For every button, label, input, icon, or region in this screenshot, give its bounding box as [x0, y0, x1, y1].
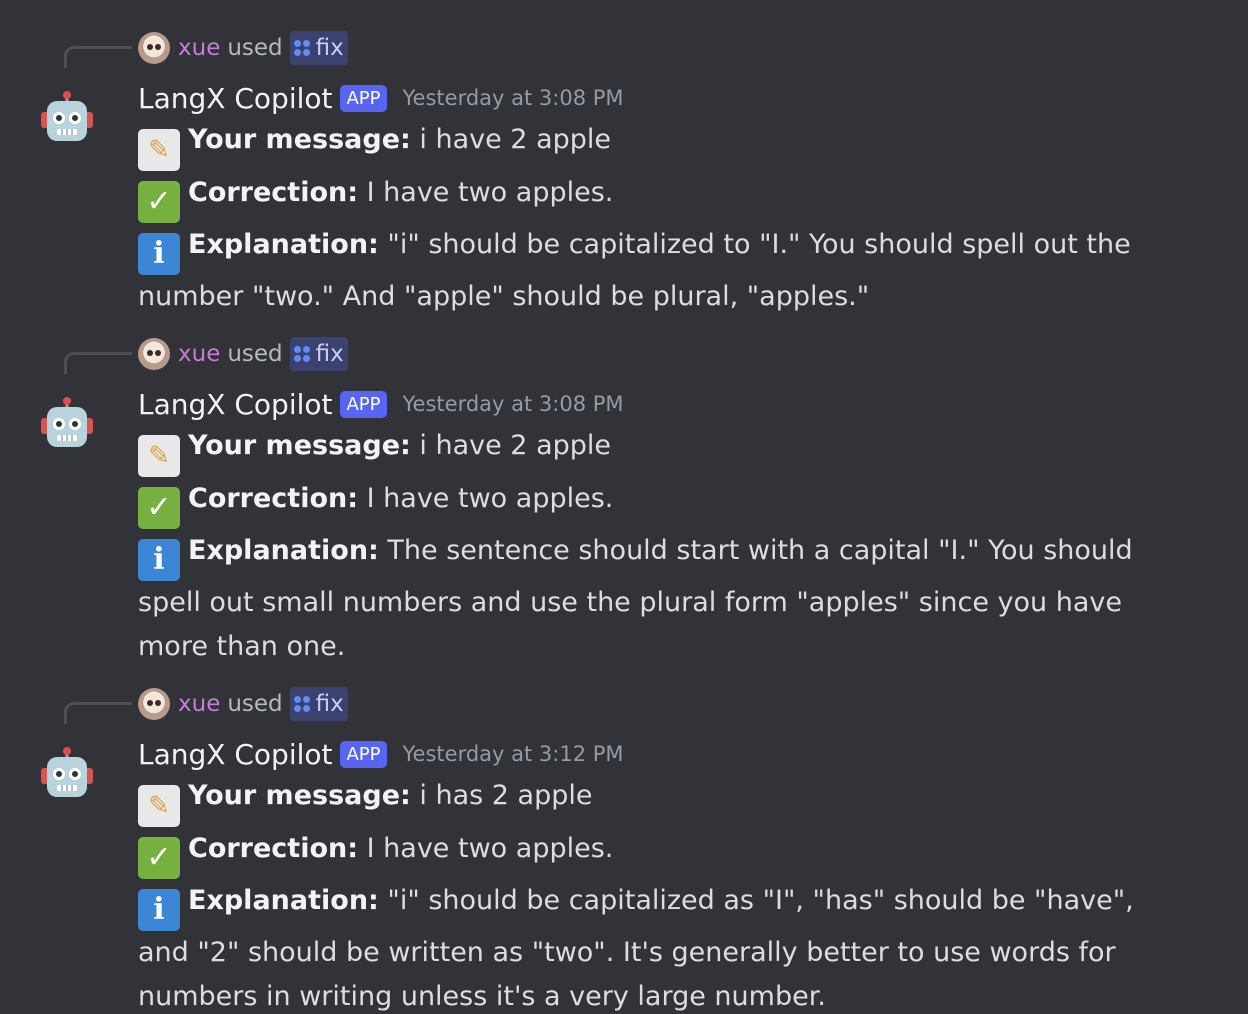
- message-item: xue used fix LangX Copilot APP Yesterday…: [0, 656, 1248, 1014]
- explanation-row: i Explanation: "i" should be capitalized …: [138, 223, 1138, 319]
- explanation-label: Explanation:: [188, 229, 379, 260]
- user-avatar[interactable]: [138, 32, 170, 64]
- command-mention[interactable]: fix: [289, 31, 348, 65]
- your-message-text: i have 2 apple: [410, 430, 612, 461]
- robot-icon[interactable]: [40, 396, 94, 450]
- check-mark-icon: ✓: [138, 181, 180, 223]
- explanation-row: i Explanation: "i" should be capitalized …: [138, 879, 1138, 1014]
- reply-reference[interactable]: xue used fix: [138, 30, 348, 66]
- message-body: ✎ Your message: i has 2 apple ✓ Correction…: [138, 774, 1138, 1014]
- your-message-label: Your message:: [188, 430, 411, 461]
- message-item: xue used fix LangX Copilot APP Yesterday…: [0, 0, 1248, 312]
- check-mark-icon: ✓: [138, 837, 180, 879]
- correction-text: I have two apples.: [358, 833, 614, 864]
- author-name[interactable]: LangX Copilot: [138, 388, 332, 421]
- author-name[interactable]: LangX Copilot: [138, 738, 332, 771]
- message-body: ✎ Your message: i have 2 apple ✓ Correctio…: [138, 118, 1138, 319]
- message-body: ✎ Your message: i have 2 apple ✓ Correctio…: [138, 424, 1138, 669]
- your-message-row: ✎ Your message: i have 2 apple: [138, 118, 1138, 171]
- author-name[interactable]: LangX Copilot: [138, 82, 332, 115]
- command-icon: [293, 346, 310, 362]
- command-mention[interactable]: fix: [289, 337, 348, 371]
- explanation-row: i Explanation: The sentence should start …: [138, 529, 1138, 669]
- app-badge: APP: [340, 740, 387, 768]
- reply-connector: [64, 46, 132, 68]
- your-message-label: Your message:: [188, 780, 411, 811]
- command-icon: [293, 40, 310, 56]
- message-header: LangX Copilot APP Yesterday at 3:12 PM: [138, 734, 624, 774]
- correction-text: I have two apples.: [358, 177, 614, 208]
- message-item: xue used fix LangX Copilot APP Yesterday…: [0, 306, 1248, 662]
- correction-label: Correction:: [188, 177, 359, 208]
- command-name: fix: [315, 691, 344, 717]
- info-icon: i: [138, 889, 180, 931]
- your-message-row: ✎ Your message: i has 2 apple: [138, 774, 1138, 827]
- reply-used-text: used: [227, 691, 283, 717]
- explanation-label: Explanation:: [188, 885, 379, 916]
- reply-reference[interactable]: xue used fix: [138, 686, 348, 722]
- reply-connector: [64, 702, 132, 724]
- your-message-label: Your message:: [188, 124, 411, 155]
- app-badge: APP: [340, 84, 387, 112]
- command-mention[interactable]: fix: [289, 687, 348, 721]
- reply-connector: [64, 352, 132, 374]
- reply-username[interactable]: xue: [178, 691, 220, 717]
- app-badge: APP: [340, 390, 387, 418]
- user-avatar[interactable]: [138, 688, 170, 720]
- message-timestamp[interactable]: Yesterday at 3:08 PM: [403, 392, 624, 416]
- robot-icon[interactable]: [40, 90, 94, 144]
- info-icon: i: [138, 233, 180, 275]
- reply-used-text: used: [227, 35, 283, 61]
- memo-icon: ✎: [138, 435, 180, 477]
- correction-text: I have two apples.: [358, 483, 614, 514]
- memo-icon: ✎: [138, 129, 180, 171]
- user-avatar[interactable]: [138, 338, 170, 370]
- message-header: LangX Copilot APP Yesterday at 3:08 PM: [138, 384, 624, 424]
- reply-used-text: used: [227, 341, 283, 367]
- reply-username[interactable]: xue: [178, 35, 220, 61]
- correction-label: Correction:: [188, 833, 359, 864]
- command-name: fix: [315, 341, 344, 367]
- correction-row: ✓ Correction: I have two apples.: [138, 827, 1138, 879]
- correction-row: ✓ Correction: I have two apples.: [138, 171, 1138, 223]
- your-message-text: i has 2 apple: [410, 780, 593, 811]
- command-icon: [293, 696, 310, 712]
- correction-label: Correction:: [188, 483, 359, 514]
- command-name: fix: [315, 35, 344, 61]
- message-feed: xue used fix LangX Copilot APP Yesterday…: [0, 0, 1248, 1014]
- message-header: LangX Copilot APP Yesterday at 3:08 PM: [138, 78, 624, 118]
- info-icon: i: [138, 539, 180, 581]
- reply-username[interactable]: xue: [178, 341, 220, 367]
- explanation-label: Explanation:: [188, 535, 379, 566]
- message-timestamp[interactable]: Yesterday at 3:12 PM: [403, 742, 624, 766]
- correction-row: ✓ Correction: I have two apples.: [138, 477, 1138, 529]
- your-message-row: ✎ Your message: i have 2 apple: [138, 424, 1138, 477]
- message-timestamp[interactable]: Yesterday at 3:08 PM: [403, 86, 624, 110]
- memo-icon: ✎: [138, 785, 180, 827]
- robot-icon[interactable]: [40, 746, 94, 800]
- reply-reference[interactable]: xue used fix: [138, 336, 348, 372]
- your-message-text: i have 2 apple: [410, 124, 612, 155]
- check-mark-icon: ✓: [138, 487, 180, 529]
